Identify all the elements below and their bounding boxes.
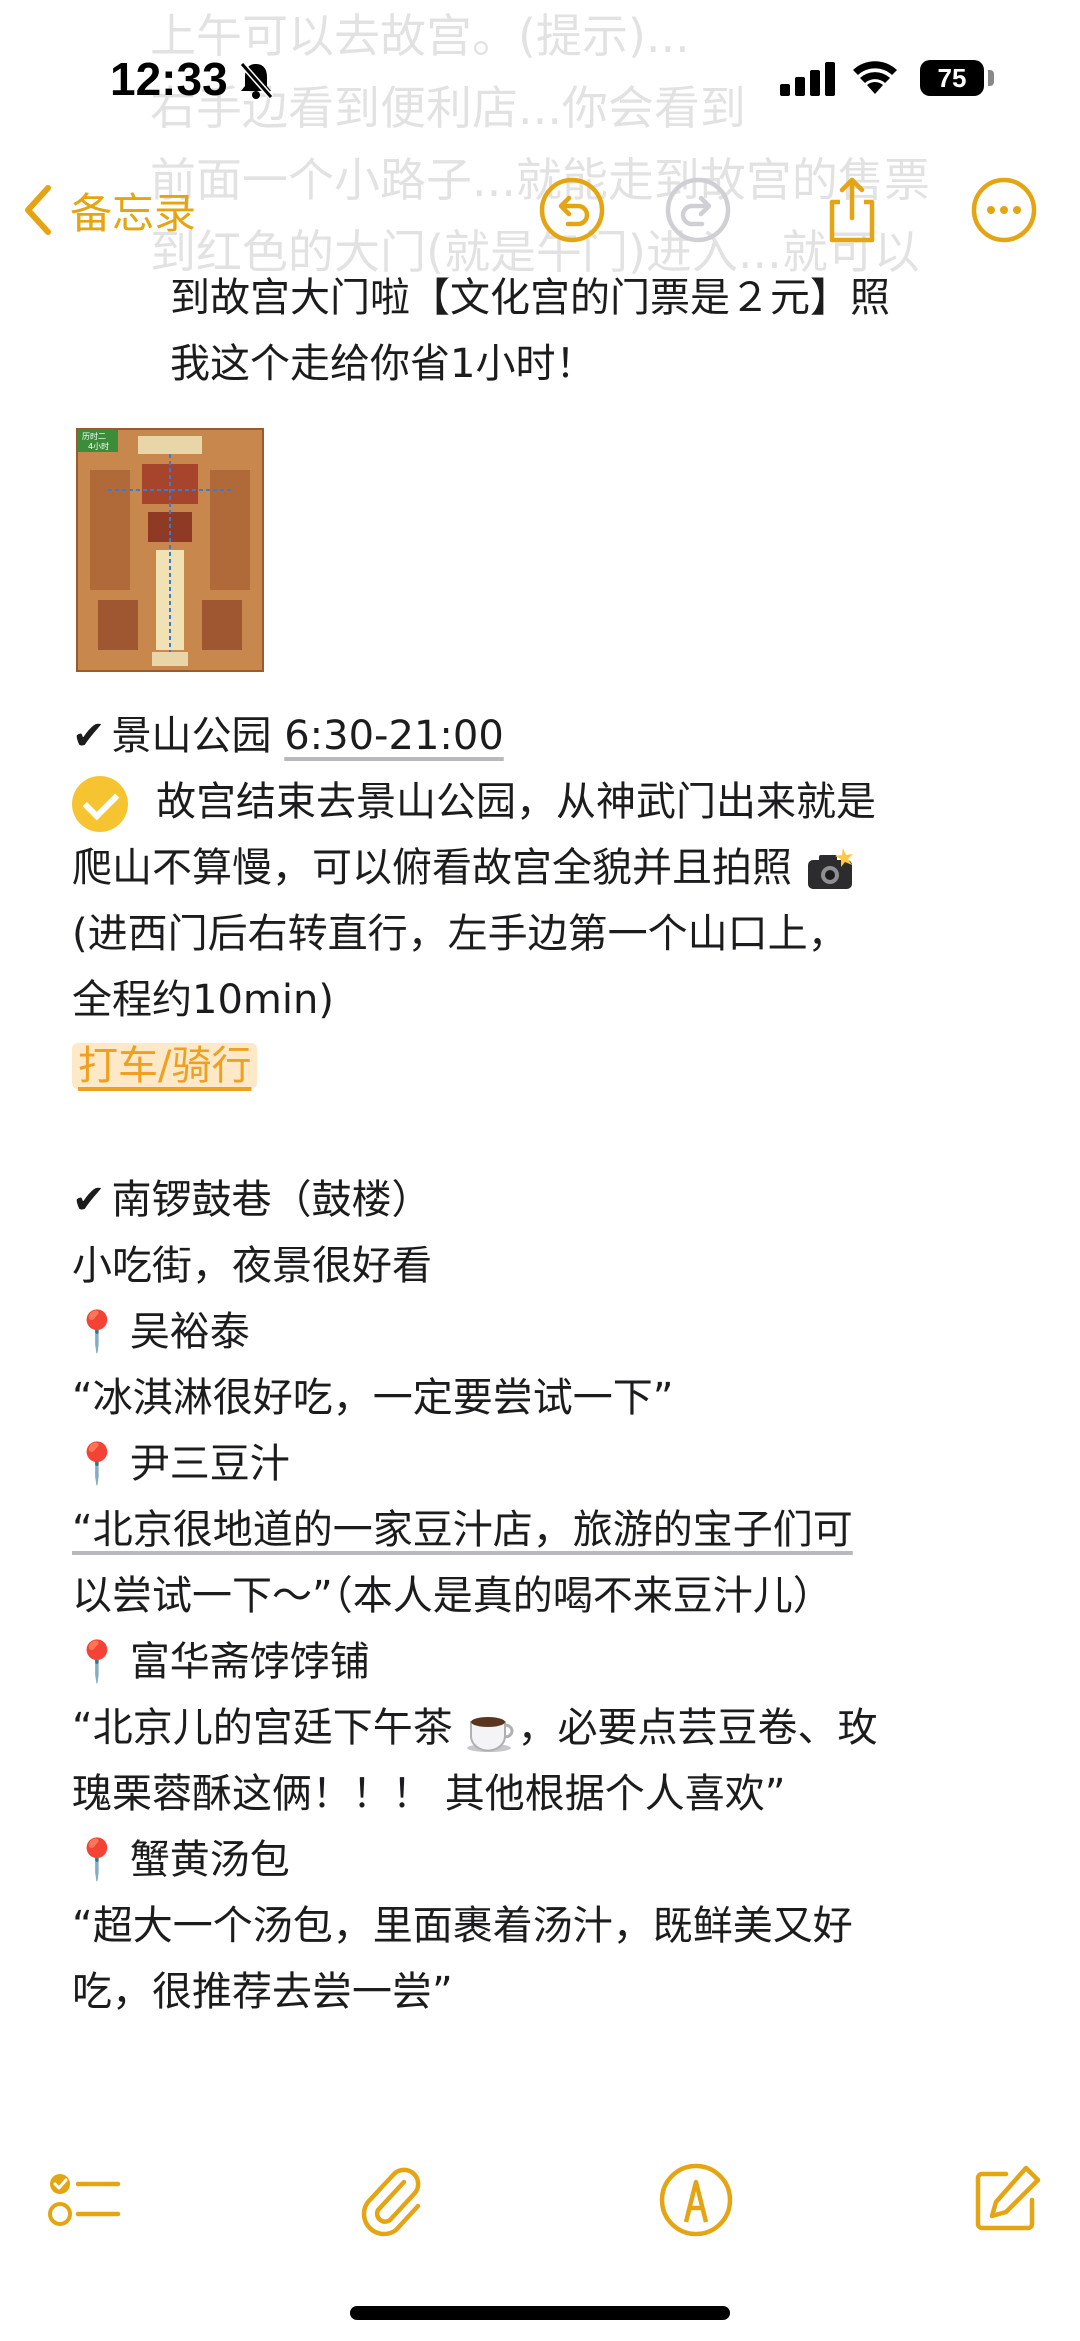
- place-name: 吴裕泰: [129, 1309, 250, 1355]
- back-label: 备忘录: [70, 188, 197, 238]
- more-options-icon[interactable]: [970, 176, 1038, 244]
- silent-bell-icon: [239, 62, 274, 99]
- paperclip-icon[interactable]: [352, 2160, 432, 2240]
- nanluo-desc: 小吃街，夜景很好看: [72, 1243, 432, 1289]
- jingshan-heading: 景山公园: [111, 713, 272, 759]
- coffee-cup-icon: [467, 1717, 514, 1752]
- back-button[interactable]: 备忘录: [22, 178, 196, 242]
- share-icon[interactable]: [818, 176, 886, 244]
- bottom-toolbar: [0, 2130, 1080, 2260]
- nanluo-heading-line: ✔ 南锣鼓巷（鼓楼）: [72, 1164, 432, 1236]
- checklist-checked-icon[interactable]: [72, 776, 128, 832]
- jingshan-desc-line: 全程约10min): [72, 977, 334, 1023]
- redo-icon[interactable]: [664, 176, 732, 244]
- intro-line: 到故宫大门啦【文化宫的门票是２元】照: [170, 275, 890, 321]
- place-name-line: 📍 吴裕泰: [72, 1296, 250, 1368]
- intro-line: 我这个走给你省1小时！: [170, 341, 596, 387]
- svg-text:4小时: 4小时: [88, 441, 109, 451]
- place-name: 尹三豆汁: [129, 1441, 290, 1487]
- markup-pen-icon[interactable]: [656, 2160, 736, 2240]
- jingshan-desc: 爬山不算慢，可以俯看故宫全貌并且拍照: [72, 845, 792, 891]
- place-name-line: 📍 富华斋饽饽铺: [72, 1626, 370, 1698]
- pin-icon: 📍: [72, 1639, 122, 1685]
- place-quote: 瑰栗蓉酥这俩！！！ 其他根据个人喜欢”: [72, 1771, 786, 1817]
- home-indicator[interactable]: [350, 2306, 730, 2320]
- place-quote: “冰淇淋很好吃，一定要尝试一下”: [72, 1375, 674, 1421]
- nav-bar: 备忘录: [0, 160, 1080, 260]
- nanluo-heading: 南锣鼓巷（鼓楼）: [111, 1177, 432, 1223]
- jingshan-hours: 6:30-21:00: [284, 713, 504, 759]
- place-name: 富华斋饽饽铺: [129, 1639, 370, 1685]
- cellular-signal-icon: [780, 62, 835, 96]
- place-quote: “北京儿的宫廷下午茶: [72, 1705, 453, 1751]
- chevron-left-icon: [25, 185, 51, 235]
- map-badge: 历时二: [82, 431, 106, 441]
- place-quote-line: “北京儿的宫廷下午茶 ，必要点芸豆卷、玫: [72, 1692, 877, 1764]
- wifi-icon: [853, 61, 897, 94]
- place-quote: ，必要点芸豆卷、玫: [517, 1705, 878, 1751]
- status-time: 12:33: [110, 53, 228, 105]
- camera-flash-icon: [807, 848, 853, 889]
- jingshan-desc-line: 故宫结束去景山公园，从神武门出来就是: [72, 766, 876, 838]
- compose-icon[interactable]: [966, 2160, 1046, 2240]
- undo-icon[interactable]: [538, 176, 606, 244]
- pin-icon: 📍: [72, 1309, 122, 1355]
- jingshan-desc-line: 爬山不算慢，可以俯看故宫全貌并且拍照: [72, 832, 855, 904]
- forbidden-city-map-image[interactable]: 历时二 4小时: [76, 428, 264, 672]
- pin-icon: 📍: [72, 1837, 122, 1883]
- status-bar: 12:33 75: [0, 0, 1080, 160]
- battery-indicator: 75: [920, 60, 984, 96]
- battery-cap: [988, 70, 994, 86]
- place-name: 蟹黄汤包: [129, 1837, 290, 1883]
- place-quote: “北京很地道的一家豆汁店，旅游的宝子们可: [72, 1507, 853, 1553]
- place-quote: “超大一个汤包，里面裹着汤汁，既鲜美又好: [72, 1903, 853, 1949]
- map-illustration: 历时二 4小时: [78, 430, 262, 670]
- checklist-icon[interactable]: [44, 2160, 124, 2240]
- transport-link[interactable]: 打车/骑行: [72, 1043, 258, 1089]
- transport-link-line: 打车/骑行: [72, 1030, 258, 1102]
- pin-icon: 📍: [72, 1441, 122, 1487]
- jingshan-desc: 故宫结束去景山公园，从神武门出来就是: [156, 779, 876, 825]
- note-body[interactable]: 到故宫大门啦【文化宫的门票是２元】照 我这个走给你省1小时！ 历时二 4小时 ✔…: [0, 260, 1080, 2110]
- place-name-line: 📍 尹三豆汁: [72, 1428, 290, 1500]
- place-quote: 吃，很推荐去尝一尝”: [72, 1969, 453, 2015]
- jingshan-heading-line: ✔ 景山公园 6:30-21:00: [72, 700, 504, 772]
- place-quote: 以尝试一下～”（本人是真的喝不来豆汁儿）: [72, 1573, 833, 1619]
- checkmark-icon: ✔: [72, 1177, 106, 1223]
- jingshan-desc-line: (进西门后右转直行，左手边第一个山口上，: [72, 911, 848, 957]
- checkmark-icon: ✔: [72, 713, 106, 759]
- place-name-line: 📍 蟹黄汤包: [72, 1824, 290, 1896]
